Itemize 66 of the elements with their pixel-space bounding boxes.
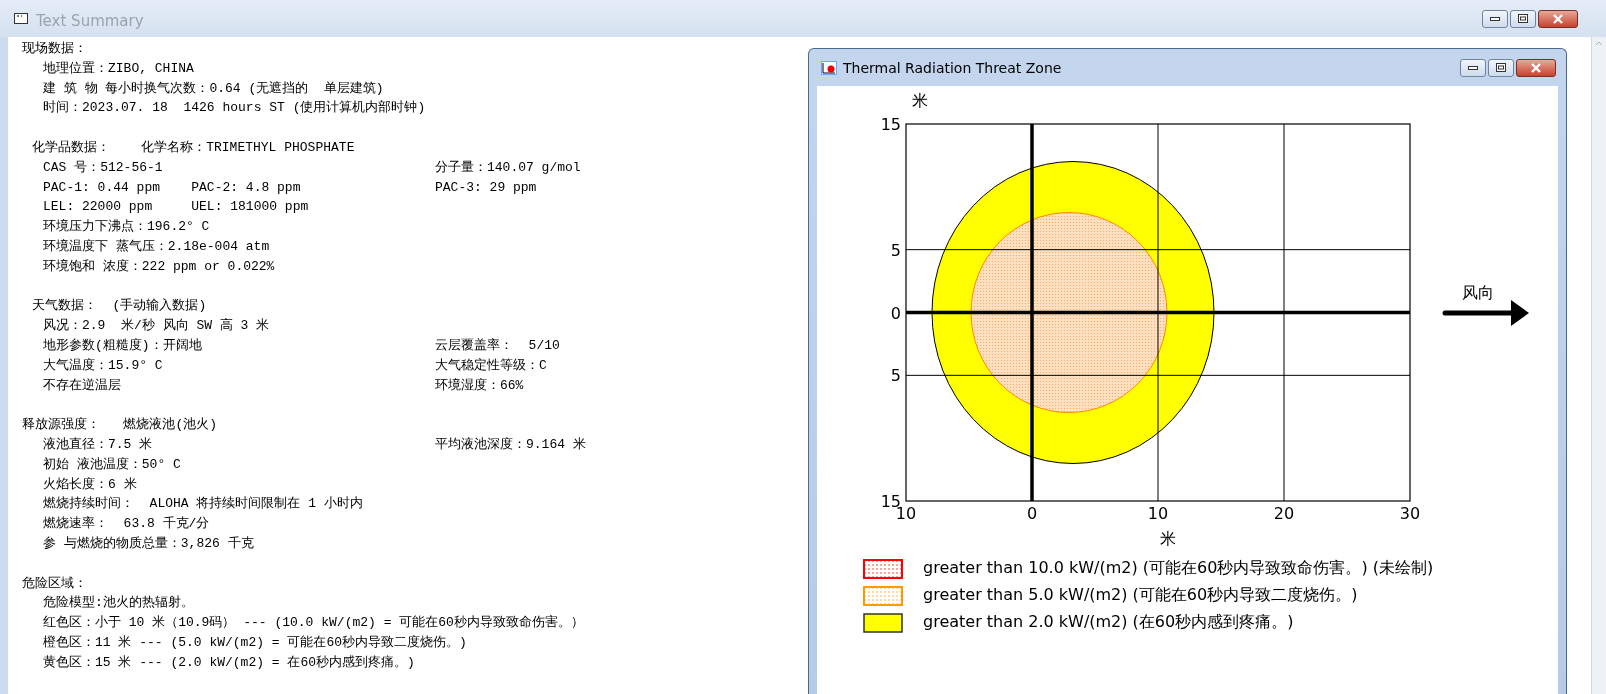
tick-label: 0 — [1026, 504, 1038, 523]
summary-line: 环境湿度：66% — [435, 376, 524, 395]
close-button[interactable] — [1538, 9, 1578, 28]
summary-line: 环境压力下沸点：196.2° C — [43, 218, 210, 237]
maximize-button[interactable] — [1510, 9, 1536, 28]
minimize-icon — [1490, 16, 1500, 21]
summary-line: 大气温度：15.9° C — [43, 356, 163, 375]
legend-text: greater than 5.0 kW/(m2) (可能在60秒内导致二度烧伤。) — [923, 585, 1358, 606]
axis-label: 米 — [912, 91, 928, 110]
minimize-button[interactable] — [1460, 58, 1486, 77]
summary-line: 地形参数(粗糙度)：开阔地 — [43, 336, 202, 355]
summary-line: PAC-1: 0.44 ppm PAC-2: 4.8 ppm — [43, 178, 301, 197]
summary-line: 燃烧持续时间： ALOHA 将持续时间限制在 1 小时内 — [43, 495, 363, 514]
maximize-button[interactable] — [1488, 58, 1514, 77]
scrollbar[interactable] — [1591, 37, 1606, 694]
close-icon — [1530, 62, 1542, 73]
section-heading: 化学品数据： 化学名称：TRIMETHYL PHOSPHATE — [31, 139, 355, 157]
legend-text: greater than 2.0 kW/(m2) (在60秒内感到疼痛。) — [923, 612, 1294, 633]
summary-line: 云层覆盖率： 5/10 — [435, 336, 560, 355]
wind-label: 风向 — [1462, 283, 1494, 302]
summary-line: PAC-3: 29 ppm — [435, 178, 537, 197]
summary-line: 建 筑 物 每小时换气次数：0.64 (无遮挡的 单层建筑) — [43, 79, 384, 98]
legend-text: greater than 10.0 kW/(m2) (可能在60秒内导致致命伤害。) (未绘制) — [923, 558, 1434, 579]
section-heading: 危险区域： — [22, 574, 87, 593]
wind-arrow-icon — [1442, 300, 1529, 326]
summary-line: 风况：2.9 米/秒 风向 SW 高 3 米 — [43, 317, 270, 336]
chart-icon — [821, 60, 837, 75]
minimize-icon — [1468, 65, 1478, 70]
summary-line: 火焰长度：6 米 — [43, 475, 137, 494]
summary-line: CAS 号：512-56-1 — [43, 158, 163, 177]
summary-line: 参 与燃烧的物质总量：3,826 千克 — [43, 534, 254, 553]
minimize-button[interactable] — [1482, 9, 1508, 28]
summary-line: LEL: 22000 ppm UEL: 181000 ppm — [43, 198, 309, 217]
tick-label: 0 — [890, 303, 901, 323]
window-icon — [14, 13, 28, 24]
summary-line: 地理位置：ZIBO, CHINA — [43, 59, 194, 78]
summary-line: 平均液池深度：9.164 米 — [435, 435, 586, 454]
summary-line: 黄色区：15 米 --- (2.0 kW/(m2) = 在60秒内感到疼痛。) — [43, 653, 415, 672]
window-title: Thermal Radiation Threat Zone — [843, 59, 1062, 76]
summary-line: 橙色区：11 米 --- (5.0 kW/(m2) = 可能在60秒内导致二度烧伤。) — [43, 633, 467, 652]
section-heading: 天气数据： (手动输入数据) — [31, 297, 207, 316]
summary-line: 不存在逆温层 — [43, 376, 121, 395]
summary-line: 分子量：140.07 g/mol — [435, 158, 581, 177]
maximize-icon — [1496, 63, 1506, 72]
summary-line: 液池直径：7.5 米 — [43, 435, 153, 454]
summary-line: 时间：2023.07. 18 1426 hours ST (使用计算机内部时钟) — [43, 99, 426, 118]
summary-line: 大气稳定性等级：C — [435, 356, 547, 375]
tick-label: 10 — [1147, 504, 1169, 523]
summary-line: 燃烧速率： 63.8 千克/分 — [43, 515, 210, 534]
tick-label: 5 — [890, 240, 901, 260]
tick-label: 30 — [1399, 504, 1421, 523]
summary-line: 危险模型:池火的热辐射。 — [43, 594, 194, 613]
tick-label: 15 — [880, 115, 901, 134]
summary-line: 环境饱和 浓度：222 ppm or 0.022% — [43, 257, 275, 276]
tick-label: 5 — [890, 366, 901, 386]
section-heading: 现场数据： — [22, 40, 87, 58]
summary-line: 环境温度下 蒸气压：2.18e-004 atm — [43, 237, 270, 256]
summary-line: 红色区：小于 10 米（10.9码） --- (10.0 kW/(m2) = 可能在60秒内导致致命伤害。） — [43, 614, 584, 633]
tick-label: 20 — [1273, 504, 1295, 523]
summary-line: 初始 液池温度：50° C — [43, 455, 181, 474]
close-button[interactable] — [1516, 58, 1556, 77]
section-heading: 释放源强度： 燃烧液池(池火) — [22, 416, 217, 435]
close-icon — [1552, 13, 1564, 24]
window-title: Text Summary — [36, 11, 144, 30]
maximize-icon — [1518, 14, 1528, 23]
axis-label: 米 — [1160, 529, 1176, 548]
